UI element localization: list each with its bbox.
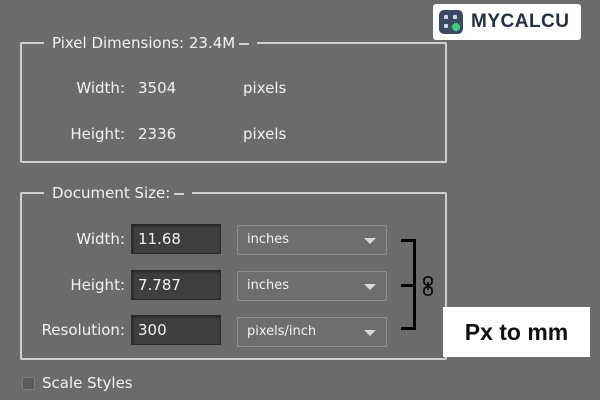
chevron-down-icon	[364, 330, 376, 336]
doc-height-unit-value: inches	[247, 278, 290, 293]
doc-height-label: Height:	[70, 276, 125, 294]
pixel-dimensions-title: Pixel Dimensions: 23.4M	[44, 33, 258, 53]
document-size-label: Document Size:	[52, 184, 171, 202]
px-to-mm-caption: Px to mm	[443, 307, 590, 357]
calculator-icon	[439, 10, 463, 34]
doc-height-input[interactable]: 7.787	[131, 270, 221, 300]
mycalcu-logo: MYCALCU	[433, 4, 581, 40]
title-divider	[174, 192, 185, 195]
resolution-unit-value: pixels/inch	[247, 324, 317, 339]
title-divider	[239, 42, 250, 45]
brand-name: MYCALCU	[471, 11, 570, 32]
pixel-height-value: 2336	[138, 125, 177, 143]
pixel-dimensions-group: Pixel Dimensions: 23.4M	[20, 33, 447, 163]
pixel-dimensions-label: Pixel Dimensions:	[52, 34, 185, 52]
pixel-height-label: Height:	[70, 125, 125, 143]
pixel-dimensions-size: 23.4M	[188, 34, 236, 52]
pixel-height-unit: pixels	[243, 125, 287, 143]
doc-width-input[interactable]: 11.68	[131, 224, 221, 254]
chevron-down-icon	[364, 238, 376, 244]
pixel-width-label: Width:	[76, 79, 125, 97]
resolution-input[interactable]: 300	[131, 315, 221, 345]
chevron-down-icon	[364, 284, 376, 290]
doc-width-label: Width:	[76, 230, 125, 248]
scale-styles-label: Scale Styles	[42, 374, 133, 392]
pixel-width-value: 3504	[138, 79, 177, 97]
chain-link-icon[interactable]	[422, 276, 434, 296]
doc-width-unit-select[interactable]: inches	[237, 225, 387, 255]
scale-styles-checkbox[interactable]	[22, 377, 35, 390]
resolution-unit-select[interactable]: pixels/inch	[237, 317, 387, 347]
document-size-title: Document Size:	[44, 183, 193, 203]
doc-height-unit-select[interactable]: inches	[237, 271, 387, 301]
pixel-width-unit: pixels	[243, 79, 287, 97]
resolution-label: Resolution:	[41, 321, 125, 339]
doc-width-unit-value: inches	[247, 232, 290, 247]
